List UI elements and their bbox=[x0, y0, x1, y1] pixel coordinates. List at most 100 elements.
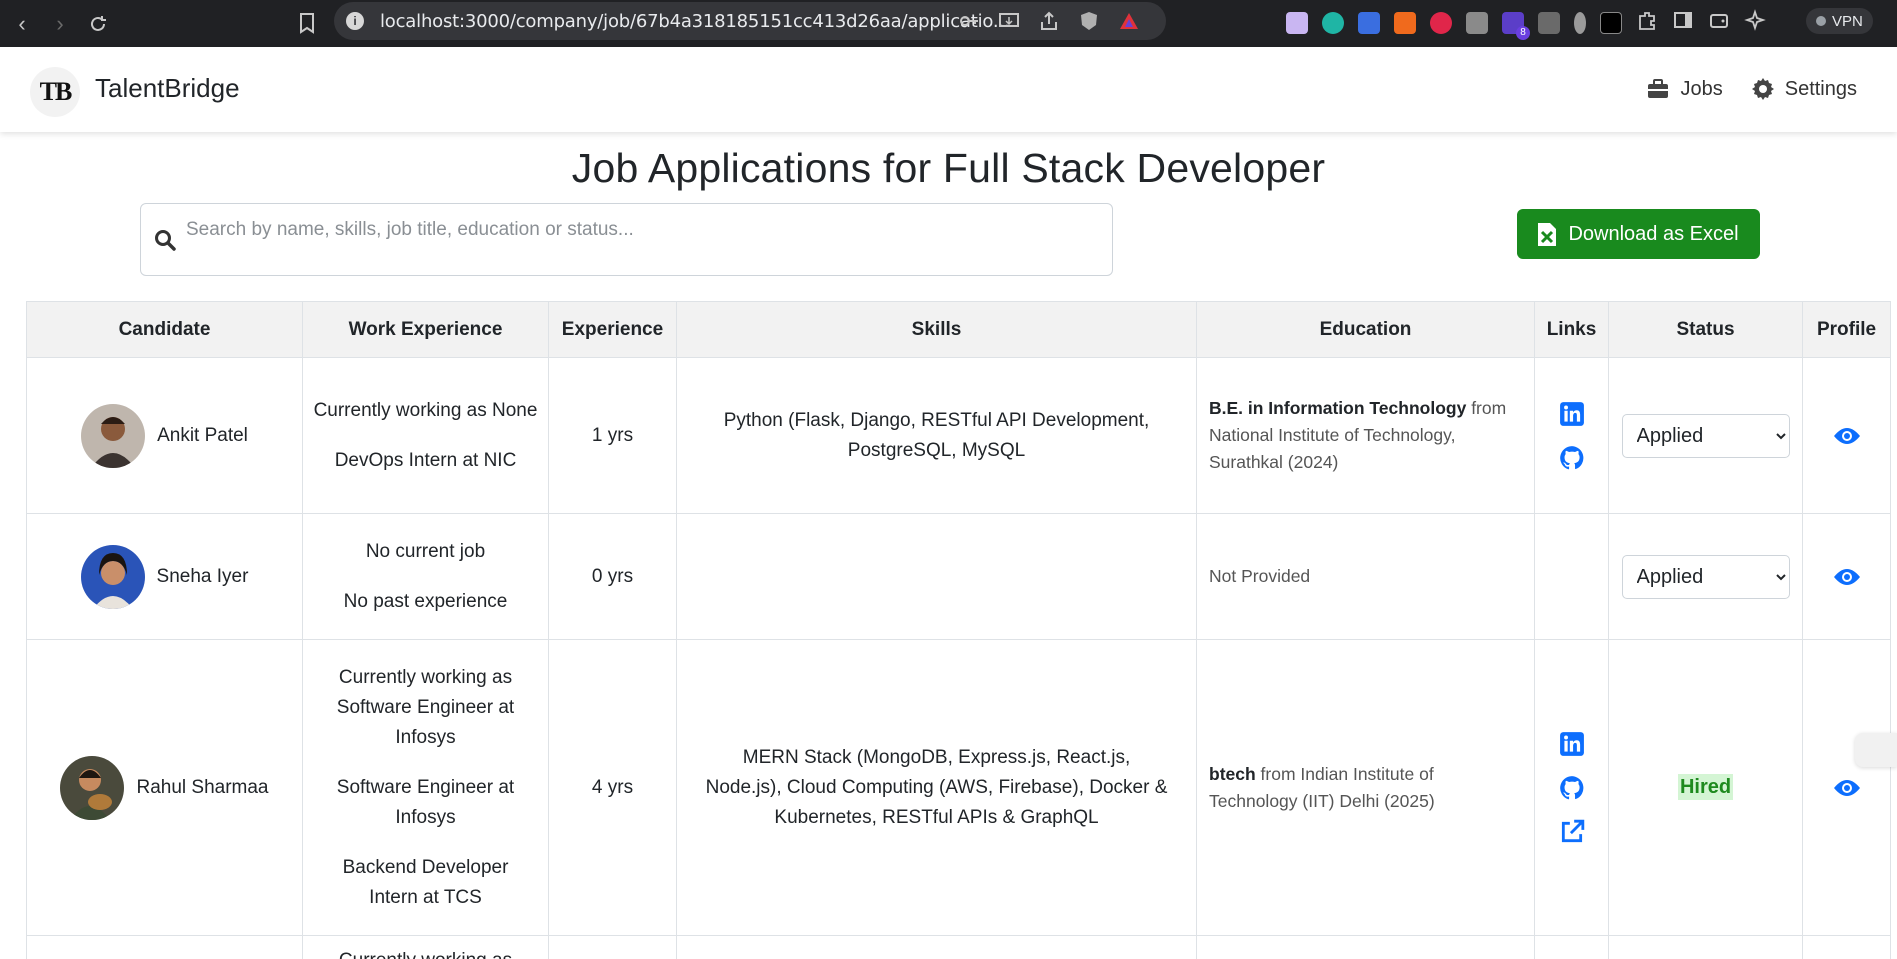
extension-icon[interactable] bbox=[1574, 11, 1586, 34]
url-text[interactable]: localhost:3000/company/job/67b4a31818515… bbox=[380, 11, 1010, 32]
app-navbar: TB TalentBridge Jobs Settings bbox=[0, 47, 1897, 132]
status-select[interactable]: Applied Shortlisted Interview Hired Reje… bbox=[1621, 413, 1790, 458]
table-row: Ankit Patel Currently working as None De… bbox=[26, 357, 1891, 514]
profile-cell bbox=[1802, 357, 1891, 514]
candidate-cell: Rahul Sharmaa bbox=[26, 639, 303, 936]
view-profile-eye-icon[interactable] bbox=[1833, 778, 1861, 798]
work-entry: Currently working as Software Engineer a… bbox=[336, 666, 515, 748]
view-profile-eye-icon[interactable] bbox=[1833, 426, 1861, 446]
extension-icon[interactable] bbox=[1394, 11, 1416, 34]
status-cell: Applied Shortlisted Interview Hired Reje… bbox=[1608, 513, 1803, 640]
education-cell bbox=[1196, 935, 1535, 959]
column-header: Profile bbox=[1802, 301, 1891, 358]
profile-cell bbox=[1802, 513, 1891, 640]
brave-rewards-icon[interactable] bbox=[1118, 10, 1140, 32]
table-row: Currently working as bbox=[26, 935, 1891, 959]
candidate-cell bbox=[26, 935, 303, 959]
skills-cell: Python (Flask, Django, RESTful API Devel… bbox=[676, 357, 1197, 514]
github-icon[interactable] bbox=[1559, 775, 1585, 801]
work-entry: Currently working as bbox=[303, 946, 548, 959]
status-badge: Hired bbox=[1677, 773, 1734, 800]
education-degree: btech bbox=[1209, 763, 1256, 784]
vpn-button[interactable]: VPN bbox=[1806, 8, 1873, 34]
address-bar[interactable]: i localhost:3000/company/job/67b4a318185… bbox=[334, 2, 1166, 40]
nav-link-settings-label: Settings bbox=[1784, 77, 1857, 100]
column-header: Work Experience bbox=[302, 301, 549, 358]
experience-cell: 4 yrs bbox=[548, 639, 677, 936]
table-row: Rahul Sharmaa Currently working as Softw… bbox=[26, 639, 1891, 936]
work-experience-cell: Currently working as None DevOps Intern … bbox=[302, 357, 549, 514]
table-row: Sneha Iyer No current job No past experi… bbox=[26, 513, 1891, 640]
candidate-name[interactable]: Rahul Sharmaa bbox=[136, 773, 268, 803]
links-cell bbox=[1534, 935, 1609, 959]
skills-cell bbox=[676, 513, 1197, 640]
nav-link-settings[interactable]: Settings bbox=[1751, 77, 1857, 101]
nav-link-jobs[interactable]: Jobs bbox=[1646, 77, 1723, 101]
skills-cell: MERN Stack (MongoDB, Express.js, React.j… bbox=[676, 639, 1197, 936]
extension-icon[interactable] bbox=[1322, 11, 1344, 34]
profile-cell bbox=[1802, 935, 1891, 959]
external-link-icon[interactable] bbox=[1559, 819, 1585, 845]
column-header: Candidate bbox=[26, 301, 303, 358]
reload-icon[interactable] bbox=[82, 8, 114, 40]
extension-icon[interactable] bbox=[1466, 11, 1488, 34]
file-excel-icon bbox=[1538, 222, 1557, 246]
leo-ai-icon[interactable] bbox=[1744, 9, 1766, 36]
download-excel-label: Download as Excel bbox=[1568, 222, 1739, 245]
forward-icon[interactable]: › bbox=[44, 8, 76, 40]
column-header: Education bbox=[1196, 301, 1535, 358]
work-entry: Backend Developer Intern at TCS bbox=[342, 856, 509, 908]
experience-cell: 0 yrs bbox=[548, 513, 677, 640]
install-app-icon[interactable] bbox=[998, 10, 1020, 32]
brand-logo[interactable]: TB bbox=[30, 67, 80, 117]
brand-name[interactable]: TalentBridge bbox=[95, 73, 240, 104]
work-experience-cell: Currently working as bbox=[302, 935, 549, 959]
column-header: Status bbox=[1608, 301, 1803, 358]
candidate-name[interactable]: Sneha Iyer bbox=[157, 562, 249, 592]
experience-cell bbox=[548, 935, 677, 959]
sidebar-icon[interactable] bbox=[1672, 9, 1694, 36]
education-degree: B.E. in Information Technology bbox=[1209, 398, 1467, 418]
brave-shield-icon[interactable] bbox=[1078, 10, 1100, 32]
wallet-icon[interactable] bbox=[1708, 9, 1730, 36]
work-experience-cell: No current job No past experience bbox=[302, 513, 549, 640]
skills-cell bbox=[676, 935, 1197, 959]
nav-link-jobs-label: Jobs bbox=[1680, 77, 1723, 100]
linkedin-icon[interactable] bbox=[1559, 401, 1585, 427]
download-excel-button[interactable]: Download as Excel bbox=[1517, 209, 1760, 259]
status-cell: Hired bbox=[1608, 639, 1803, 936]
experience-cell: 1 yrs bbox=[548, 357, 677, 514]
vpn-status-icon bbox=[1816, 16, 1826, 26]
search-icon bbox=[155, 230, 176, 251]
back-icon[interactable]: ‹ bbox=[6, 8, 38, 40]
extension-icon[interactable] bbox=[1430, 11, 1452, 34]
extension-icon[interactable]: 8 bbox=[1502, 11, 1530, 40]
vpn-label: VPN bbox=[1832, 12, 1863, 30]
site-info-icon[interactable]: i bbox=[346, 12, 364, 30]
share-icon[interactable] bbox=[1038, 10, 1060, 32]
floating-side-tab[interactable] bbox=[1855, 733, 1897, 767]
linkedin-icon[interactable] bbox=[1559, 731, 1585, 757]
briefcase-icon bbox=[1648, 79, 1669, 98]
work-entry: Currently working as None bbox=[313, 399, 538, 421]
extensions-puzzle-icon[interactable] bbox=[1636, 9, 1658, 36]
view-profile-eye-icon[interactable] bbox=[1833, 567, 1861, 587]
page-title: Job Applications for Full Stack Develope… bbox=[571, 145, 1326, 191]
bookmark-icon[interactable] bbox=[296, 10, 318, 36]
education-cell: B.E. in Information Technology from Nati… bbox=[1196, 357, 1535, 514]
extension-icon[interactable] bbox=[1358, 11, 1380, 34]
candidate-name[interactable]: Ankit Patel bbox=[157, 421, 248, 451]
avatar bbox=[80, 544, 145, 609]
work-entry: No current job bbox=[365, 540, 486, 562]
column-header: Skills bbox=[676, 301, 1197, 358]
table-header-row: Candidate Work Experience Experience Ski… bbox=[26, 301, 1891, 358]
extension-icon[interactable] bbox=[1286, 11, 1308, 34]
key-icon[interactable] bbox=[958, 10, 980, 32]
applications-table: Candidate Work Experience Experience Ski… bbox=[26, 301, 1891, 959]
medium-icon[interactable] bbox=[1600, 11, 1622, 34]
extension-icon[interactable] bbox=[1538, 11, 1560, 34]
work-entry: DevOps Intern at NIC bbox=[334, 449, 517, 471]
github-icon[interactable] bbox=[1559, 445, 1585, 471]
status-select[interactable]: Applied Shortlisted Interview Hired Reje… bbox=[1621, 554, 1790, 599]
search-input[interactable] bbox=[186, 210, 1086, 250]
